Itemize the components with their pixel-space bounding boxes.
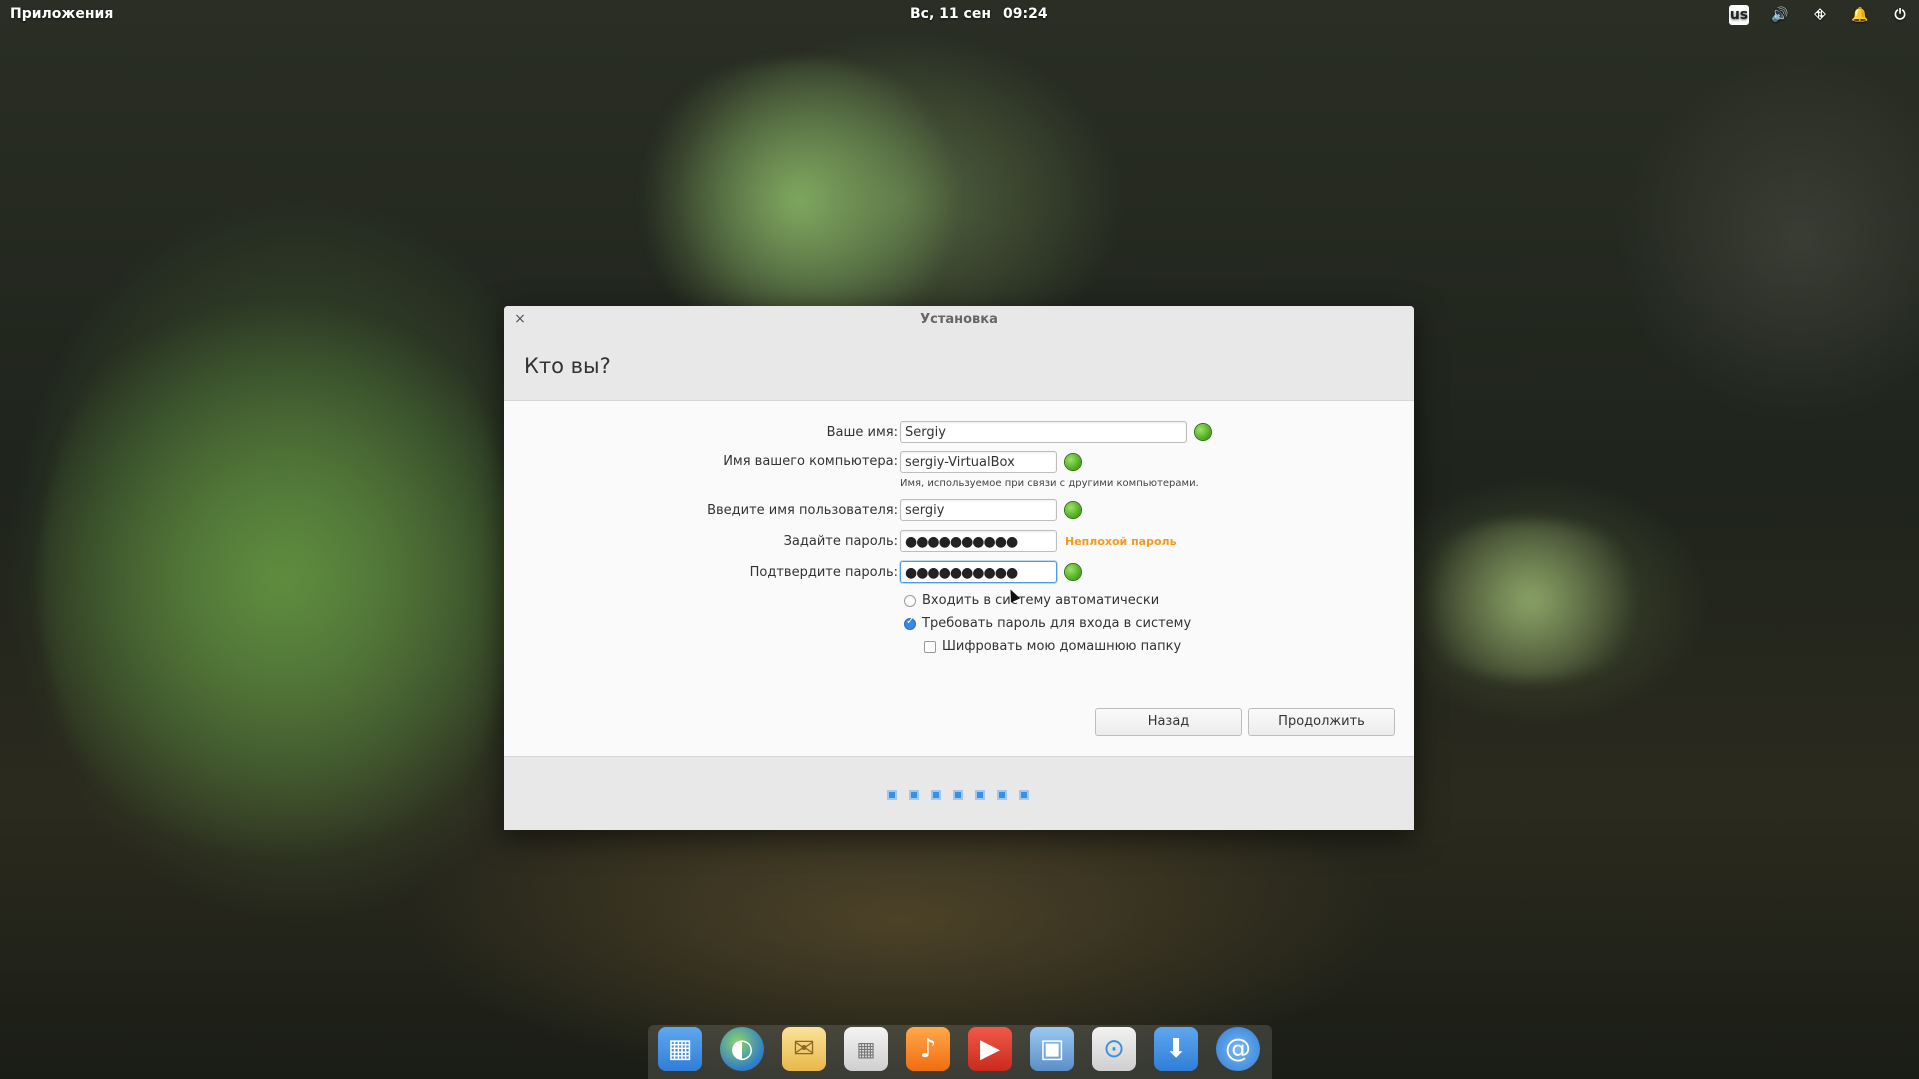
- power-icon[interactable]: ⏻: [1889, 4, 1911, 26]
- appcenter-icon[interactable]: ⬇: [1154, 1027, 1198, 1071]
- installer-window: × Установка Кто вы? Ваше имя: Sergiy Имя…: [504, 306, 1414, 830]
- calendar-icon[interactable]: ▦: [844, 1027, 888, 1071]
- back-button[interactable]: Назад: [1095, 708, 1242, 736]
- password-label: Задайте пароль:: [783, 534, 898, 549]
- progress-step: [887, 790, 897, 800]
- applications-menu[interactable]: Приложения: [10, 6, 113, 22]
- date-label: Вс, 11 сен: [910, 6, 991, 22]
- top-panel: Приложения Вс, 11 сен 09:24 us 🔊 ⛗ 🔔 ⏻: [0, 0, 1919, 30]
- volume-icon[interactable]: 🔊: [1769, 4, 1791, 26]
- name-valid-icon: [1195, 424, 1211, 440]
- progress-steps: [887, 790, 1029, 800]
- continue-button[interactable]: Продолжить: [1248, 708, 1395, 736]
- page-title: Кто вы?: [524, 354, 611, 378]
- window-titlebar: × Установка Кто вы?: [504, 306, 1414, 401]
- confirm-password-label: Подтвердите пароль:: [749, 565, 898, 580]
- mail-icon[interactable]: ✉: [782, 1027, 826, 1071]
- encrypt-home-checkbox[interactable]: [924, 640, 936, 653]
- time-label: 09:24: [1003, 6, 1048, 22]
- name-input[interactable]: Sergiy: [900, 421, 1187, 443]
- progress-step: [997, 790, 1007, 800]
- username-valid-icon: [1065, 502, 1081, 518]
- confirm-password-input[interactable]: ●●●●●●●●●●: [900, 561, 1057, 583]
- require-password-radio[interactable]: [904, 616, 916, 630]
- username-input[interactable]: sergiy: [900, 499, 1057, 521]
- encrypt-home-option[interactable]: Шифровать мою домашнюю папку: [924, 639, 1181, 654]
- progress-step: [909, 790, 919, 800]
- multitasking-icon[interactable]: ▦: [658, 1027, 702, 1071]
- photos-icon[interactable]: ▣: [1030, 1027, 1074, 1071]
- progress-step: [953, 790, 963, 800]
- browser-icon[interactable]: ◐: [720, 1027, 764, 1071]
- clock[interactable]: Вс, 11 сен 09:24: [910, 6, 1060, 22]
- progress-footer: [504, 756, 1414, 830]
- confirm-password-valid-icon: [1065, 564, 1081, 580]
- progress-step: [975, 790, 985, 800]
- settings-icon[interactable]: ⊙: [1092, 1027, 1136, 1071]
- auto-login-label: Входить в систему автоматически: [922, 593, 1160, 608]
- encrypt-home-label: Шифровать мою домашнюю папку: [942, 639, 1182, 654]
- auto-login-radio[interactable]: [904, 594, 916, 607]
- music-icon[interactable]: ♪: [906, 1027, 950, 1071]
- computer-name-valid-icon: [1065, 454, 1081, 470]
- installer-icon[interactable]: @: [1216, 1027, 1260, 1071]
- require-password-label: Требовать пароль для входа в систему: [922, 616, 1192, 631]
- keyboard-layout-indicator[interactable]: us: [1729, 5, 1749, 25]
- computer-name-input[interactable]: sergiy-VirtualBox: [900, 451, 1057, 473]
- require-password-option[interactable]: Требовать пароль для входа в систему: [904, 616, 1191, 631]
- progress-step: [931, 790, 941, 800]
- name-label: Ваше имя:: [826, 425, 898, 440]
- progress-step: [1019, 790, 1029, 800]
- notifications-icon[interactable]: 🔔: [1849, 4, 1871, 26]
- videos-icon[interactable]: ▶: [968, 1027, 1012, 1071]
- username-label: Введите имя пользователя:: [707, 503, 898, 518]
- window-title: Установка: [920, 312, 998, 327]
- network-icon[interactable]: ⛗: [1809, 4, 1831, 26]
- password-input[interactable]: ●●●●●●●●●●: [900, 530, 1057, 552]
- computer-name-label: Имя вашего компьютера:: [723, 454, 898, 469]
- auto-login-option[interactable]: Входить в систему автоматически: [904, 593, 1159, 608]
- password-strength-label: Неплохой пароль: [1065, 535, 1177, 548]
- computer-name-hint: Имя, используемое при связи с другими ко…: [900, 478, 1199, 489]
